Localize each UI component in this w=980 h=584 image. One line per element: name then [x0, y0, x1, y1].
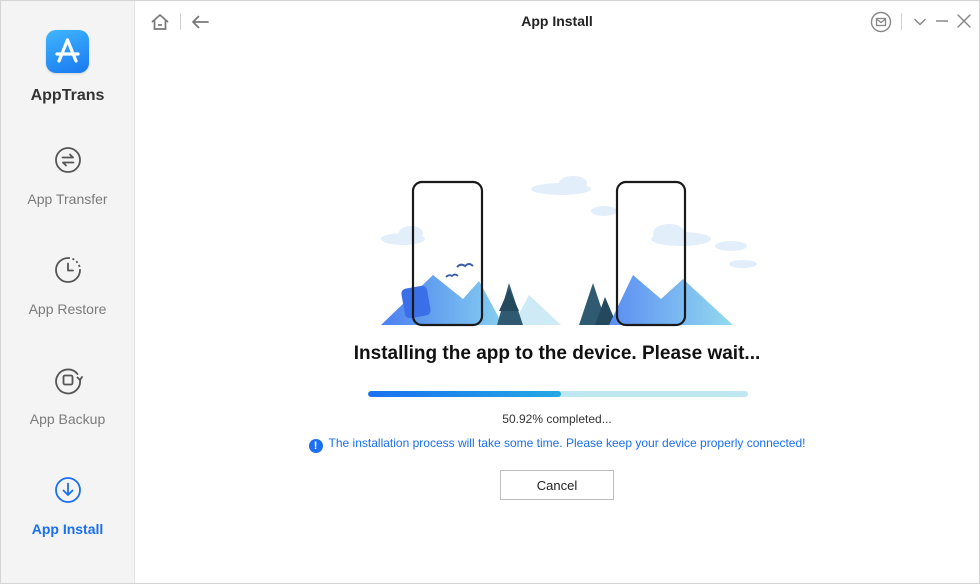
sidebar-item-label: App Restore	[28, 301, 107, 317]
minimize-icon[interactable]	[931, 11, 953, 33]
notice-text: The installation process will take some …	[328, 436, 806, 450]
sidebar-item-app-restore[interactable]: App Restore	[1, 255, 134, 355]
sidebar-item-label: App Install	[31, 521, 104, 537]
toolbar-divider	[901, 13, 902, 30]
sidebar-item-app-transfer[interactable]: App Transfer	[1, 145, 134, 245]
page-title: App Install	[521, 13, 593, 29]
sidebar-item-label: App Transfer	[27, 191, 108, 207]
transfer-illustration	[381, 176, 757, 327]
app-name: AppTrans	[30, 87, 105, 104]
info-icon: !	[308, 439, 323, 453]
cancel-button[interactable]: Cancel	[500, 470, 614, 500]
clock-restore-icon	[55, 257, 81, 283]
bird-icon	[456, 263, 474, 268]
download-icon	[55, 477, 81, 503]
sidebar: AppTrans App Transfer App Restore App Ba…	[1, 1, 135, 583]
status-headline: Installing the app to the device. Please…	[353, 343, 761, 364]
progress-fill	[368, 391, 562, 397]
cloud-icon	[381, 176, 757, 268]
mail-icon[interactable]	[870, 11, 892, 33]
titlebar: App Install	[135, 1, 979, 43]
swap-arrows-icon	[55, 147, 81, 173]
apptrans-logo-icon	[46, 30, 89, 73]
close-icon[interactable]	[953, 11, 975, 33]
chevron-down-icon[interactable]	[909, 11, 931, 33]
connection-notice: ! The installation process will take some…	[135, 436, 979, 453]
progress-text: 50.92% completed...	[502, 412, 612, 426]
backup-icon	[55, 368, 83, 395]
sidebar-item-app-install[interactable]: App Install	[1, 475, 134, 575]
app-window: AppTrans App Transfer App Restore App Ba…	[0, 0, 980, 584]
sidebar-item-label: App Backup	[29, 411, 106, 427]
sidebar-item-app-backup[interactable]: App Backup	[1, 365, 134, 465]
install-progress-bar	[368, 391, 748, 397]
